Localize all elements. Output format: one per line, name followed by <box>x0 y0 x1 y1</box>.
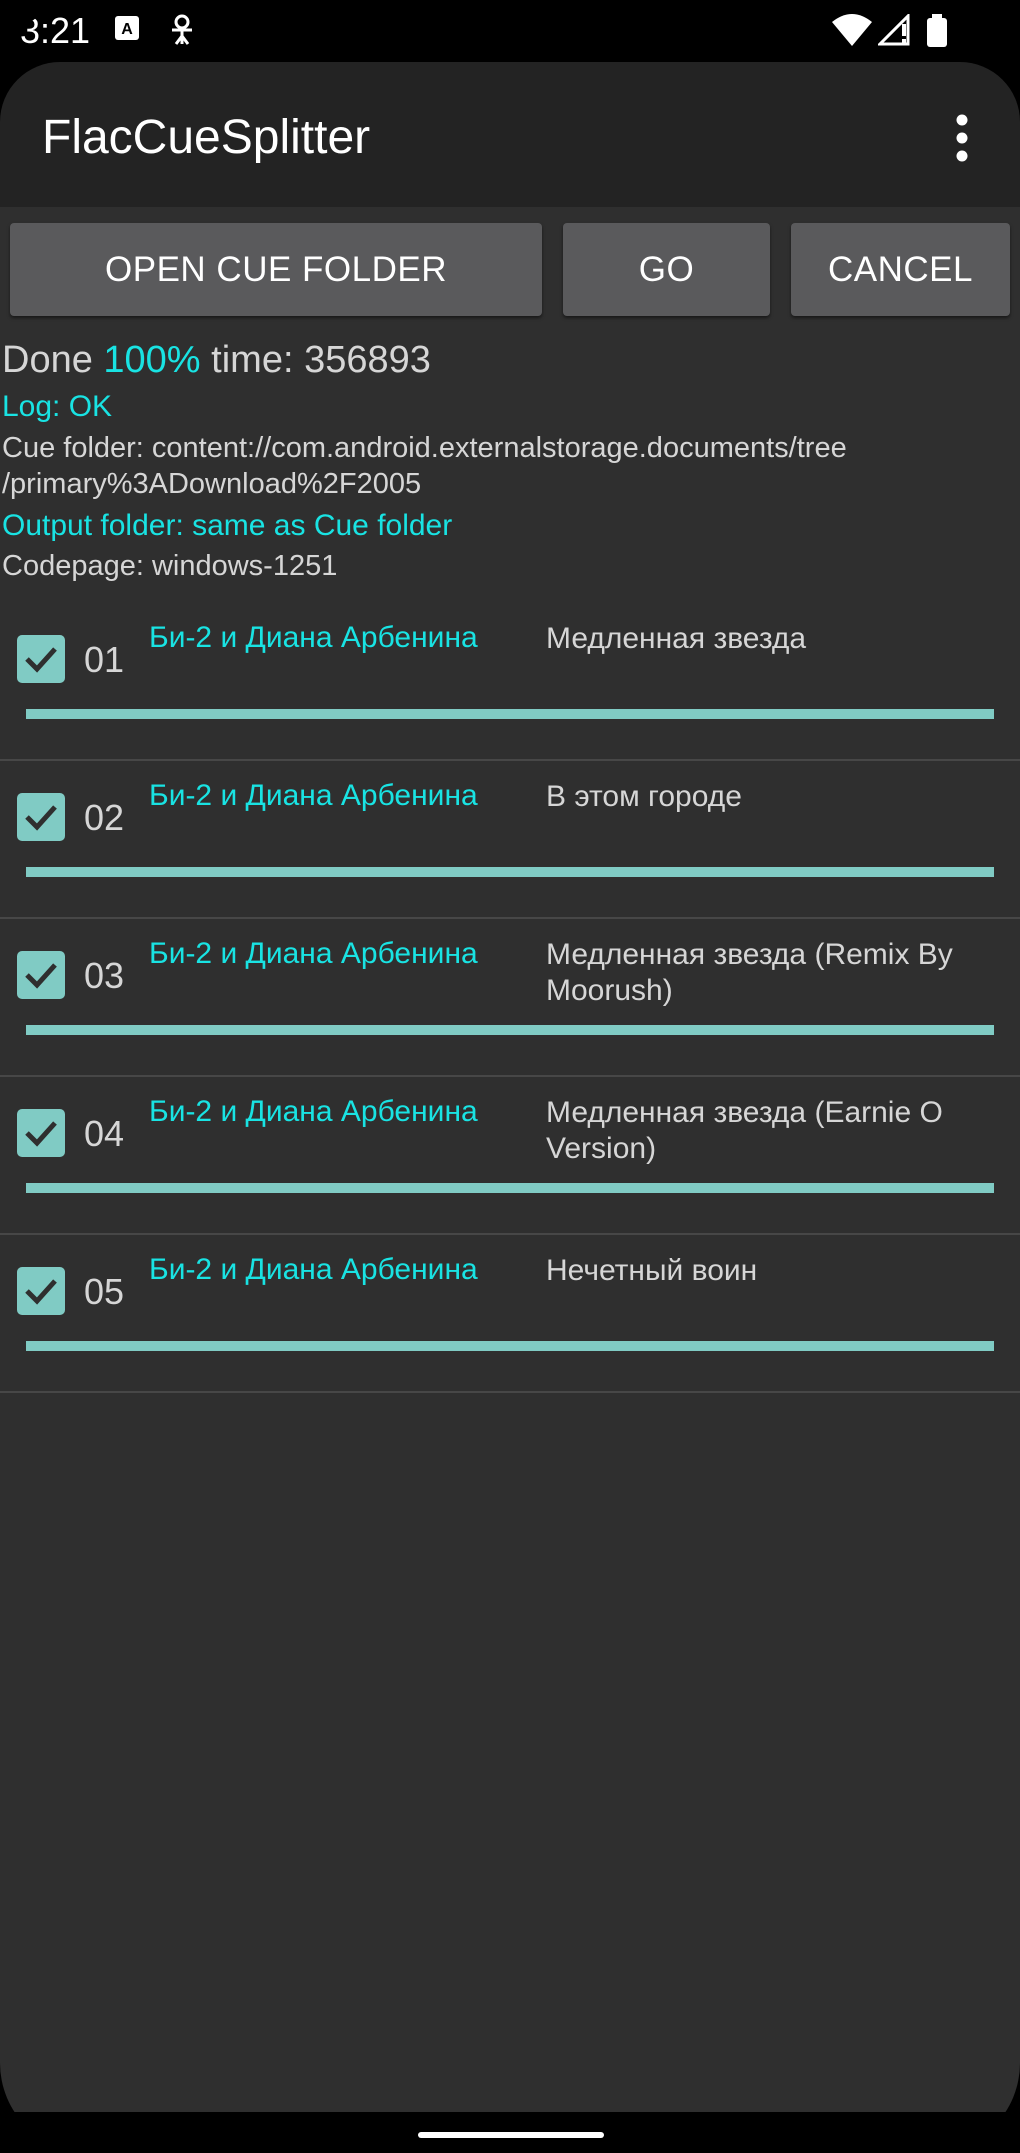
status-time: 3:21 <box>20 10 91 51</box>
check-icon <box>25 1121 57 1147</box>
cue-folder-path: Cue folder: content://com.android.extern… <box>2 430 847 502</box>
more-vert-icon <box>956 114 968 162</box>
track-progress-fill <box>26 1025 994 1035</box>
track-artist: Би-2 и Диана Арбенина <box>149 937 478 970</box>
check-icon <box>25 963 57 989</box>
output-folder[interactable]: Output folder: same as Cue folder <box>2 509 452 543</box>
done-label: Done <box>2 339 93 381</box>
track-row: 01 Би-2 и Диана Арбенина Медленная звезда <box>0 601 1020 761</box>
track-artist: Би-2 и Диана Арбенина <box>149 621 478 654</box>
codepage: Codepage: windows-1251 <box>2 550 338 582</box>
progress-status: Done 100% time: 356893 <box>2 339 431 382</box>
accessibility-notification-icon <box>168 14 196 51</box>
track-progress-fill <box>26 867 994 877</box>
track-number: 03 <box>84 955 125 996</box>
track-checkbox[interactable] <box>17 951 65 999</box>
time-value: 356893 <box>304 339 431 381</box>
status-bar: 3:21 A <box>0 0 1020 62</box>
overflow-menu-button[interactable] <box>938 108 986 168</box>
check-icon <box>25 1279 57 1305</box>
cue-folder-line-1: Cue folder: content://com.android.extern… <box>2 432 847 464</box>
wifi-icon <box>832 14 872 51</box>
check-icon <box>25 647 57 673</box>
track-progress-bar <box>26 709 994 719</box>
signal-icon <box>876 12 912 51</box>
track-title: Нечетный воин <box>546 1254 758 1287</box>
track-progress-bar <box>26 1341 994 1351</box>
track-title: Медленная звезда (Earnie O Version) <box>546 1096 943 1165</box>
battery-icon <box>926 14 948 53</box>
check-icon <box>25 805 57 831</box>
track-checkbox[interactable] <box>17 1267 65 1315</box>
cue-folder-line-2: /primary%3ADownload%2F2005 <box>2 468 422 500</box>
navigation-bar <box>0 2112 1020 2153</box>
go-button[interactable]: GO <box>563 223 770 316</box>
time-label: time: <box>211 339 294 381</box>
log-link[interactable]: Log: OK <box>2 390 112 424</box>
cancel-button[interactable]: CANCEL <box>791 223 1010 316</box>
track-progress-bar <box>26 867 994 877</box>
track-progress-fill <box>26 1183 994 1193</box>
track-artist: Би-2 и Диана Арбенина <box>149 1253 478 1286</box>
track-number: 01 <box>84 639 125 680</box>
phone-screen: 3:21 A FlacCueSplitter OPEN CUE FOLDER G… <box>0 0 1020 2153</box>
track-progress-bar <box>26 1025 994 1035</box>
track-number: 02 <box>84 797 125 838</box>
app-title: FlacCueSplitter <box>42 111 371 164</box>
track-title: Медленная звезда <box>546 622 807 655</box>
track-checkbox[interactable] <box>17 793 65 841</box>
track-title: Медленная звезда (Remix By Moorush) <box>546 938 953 1007</box>
track-artist: Би-2 и Диана Арбенина <box>149 1095 478 1128</box>
autofill-notification-icon: A <box>113 14 141 47</box>
track-progress-bar <box>26 1183 994 1193</box>
track-title: В этом городе <box>546 780 742 813</box>
main-content: OPEN CUE FOLDER GO CANCEL Done 100% time… <box>0 207 1020 2112</box>
svg-text:A: A <box>121 21 133 38</box>
track-checkbox[interactable] <box>17 1109 65 1157</box>
track-row: 05 Би-2 и Диана Арбенина Нечетный воин <box>0 1233 1020 1393</box>
home-gesture-handle[interactable] <box>418 2132 604 2138</box>
app-bar: FlacCueSplitter <box>0 62 1020 207</box>
track-checkbox[interactable] <box>17 635 65 683</box>
track-progress-fill <box>26 1341 994 1351</box>
track-number: 04 <box>84 1113 125 1154</box>
track-artist: Би-2 и Диана Арбенина <box>149 779 478 812</box>
track-row: 03 Би-2 и Диана Арбенина Медленная звезда … <box>0 917 1020 1077</box>
track-number: 05 <box>84 1271 125 1312</box>
open-cue-folder-button[interactable]: OPEN CUE FOLDER <box>10 223 542 316</box>
track-progress-fill <box>26 709 994 719</box>
track-row: 02 Би-2 и Диана Арбенина В этом городе <box>0 759 1020 919</box>
done-percent: 100% <box>103 339 201 381</box>
track-row: 04 Би-2 и Диана Арбенина Медленная звезда … <box>0 1075 1020 1235</box>
